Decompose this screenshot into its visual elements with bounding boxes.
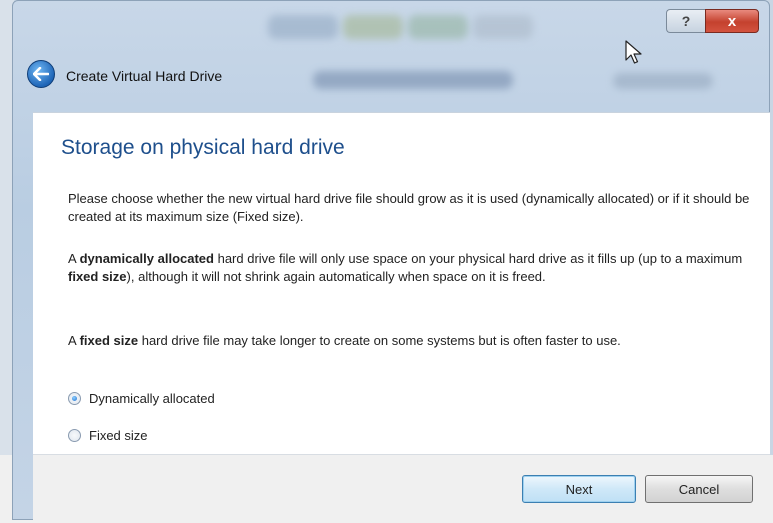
text-run: ), although it will not shrink again aut… xyxy=(126,269,546,284)
cancel-button[interactable]: Cancel xyxy=(645,475,753,503)
blurred-toolbar-item xyxy=(343,15,403,39)
window-title: Create Virtual Hard Drive xyxy=(66,68,223,84)
option-dynamically-allocated[interactable]: Dynamically allocated xyxy=(68,391,215,406)
caption-buttons: ? x xyxy=(666,9,759,33)
blurred-background-text xyxy=(613,73,713,89)
wizard-footer: Next Cancel xyxy=(33,454,770,521)
bold-term: dynamically allocated xyxy=(79,251,214,266)
close-button[interactable]: x xyxy=(705,9,759,33)
blurred-background-text xyxy=(313,71,513,89)
text-run: hard drive file may take longer to creat… xyxy=(138,333,621,348)
wizard-content-panel: Storage on physical hard drive Please ch… xyxy=(33,112,770,455)
back-button[interactable] xyxy=(27,60,55,88)
text-run: hard drive file will only use space on y… xyxy=(213,251,743,266)
blurred-toolbar-item xyxy=(268,15,338,39)
bold-term: fixed size xyxy=(79,333,139,348)
option-fixed-size[interactable]: Fixed size xyxy=(68,428,148,443)
mouse-pointer-icon xyxy=(625,40,642,64)
help-button[interactable]: ? xyxy=(666,9,705,33)
next-button[interactable]: Next xyxy=(522,475,636,503)
blurred-toolbar-item xyxy=(408,15,468,39)
radio-button[interactable] xyxy=(68,429,81,442)
close-icon: x xyxy=(727,12,737,30)
blurred-toolbar-item xyxy=(473,15,533,39)
bold-term: fixed size xyxy=(68,269,127,284)
fixed-description-paragraph: A fixed size hard drive file may take lo… xyxy=(68,332,753,350)
page-heading: Storage on physical hard drive xyxy=(61,136,345,159)
back-arrow-icon xyxy=(33,67,49,81)
help-icon: ? xyxy=(681,13,691,29)
radio-button-checked[interactable] xyxy=(68,392,81,405)
option-label: Fixed size xyxy=(89,428,148,443)
text-run: A xyxy=(68,251,80,266)
dynamic-description-paragraph: A dynamically allocated hard drive file … xyxy=(68,250,753,286)
description-paragraph: Please choose whether the new virtual ha… xyxy=(68,191,750,224)
option-label: Dynamically allocated xyxy=(89,391,215,406)
text-run: A xyxy=(68,333,80,348)
